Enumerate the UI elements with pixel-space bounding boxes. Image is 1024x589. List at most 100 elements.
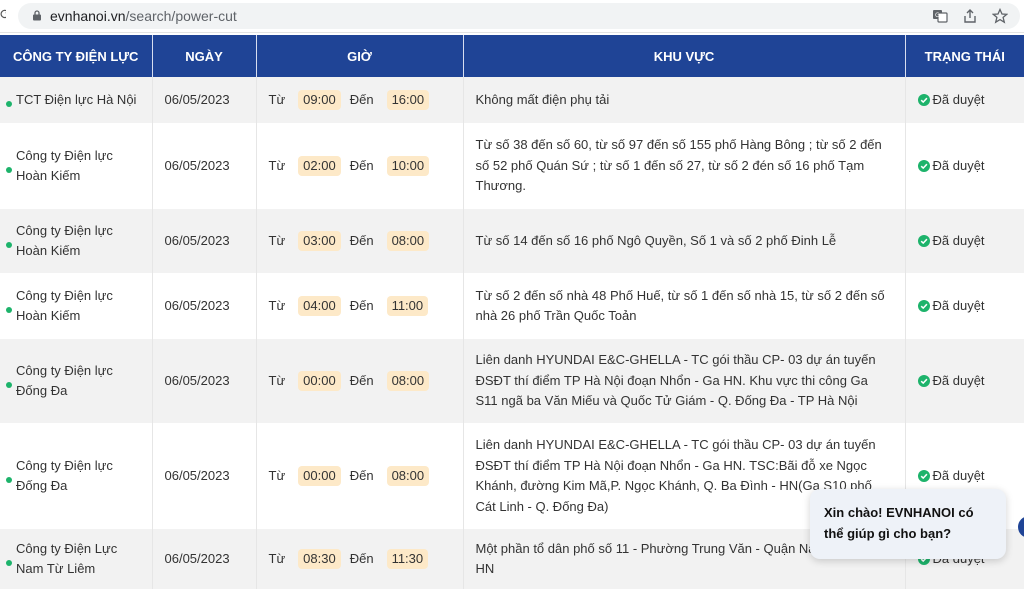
from-label: Từ xyxy=(268,297,286,313)
end-time: 11:00 xyxy=(386,295,429,316)
time-cell: Từ 02:00 Đến 10:00 xyxy=(256,123,464,209)
column-header-company: CÔNG TY ĐIỆN LỰC xyxy=(0,35,153,77)
translate-icon[interactable]: G xyxy=(932,8,948,24)
from-label: Từ xyxy=(268,91,286,107)
from-label: Từ xyxy=(268,372,286,388)
company-name: Công ty Điện lực Đống Đa xyxy=(16,457,113,494)
check-circle-icon xyxy=(917,299,930,312)
to-label: Đến xyxy=(349,91,374,107)
status-cell: Đã duyệt xyxy=(905,209,1024,273)
status-dot-icon xyxy=(6,101,12,107)
company-cell: TCT Điện lực Hà Nội xyxy=(0,77,153,123)
start-time: 09:00 xyxy=(298,89,341,110)
url-host: evnhanoi.vn xyxy=(50,8,126,24)
status-text: Đã duyệt xyxy=(932,232,985,248)
url-text[interactable]: evnhanoi.vn/search/power-cut xyxy=(50,8,237,24)
table-header-row: CÔNG TY ĐIỆN LỰC NGÀY GIỜ KHU VỰC TRẠNG … xyxy=(0,35,1024,77)
status-dot-icon xyxy=(6,242,12,248)
column-header-date: NGÀY xyxy=(152,35,257,77)
status-dot-icon xyxy=(6,167,12,173)
star-icon[interactable] xyxy=(992,8,1008,24)
to-label: Đến xyxy=(349,232,374,248)
table-row: Công ty Điện lực Hoàn Kiếm 06/05/2023 Từ 03… xyxy=(0,209,1024,273)
company-cell: Công ty Điện Lực Nam Từ Liêm xyxy=(0,529,153,589)
date-cell: 06/05/2023 xyxy=(152,529,257,589)
to-label: Đến xyxy=(349,372,374,388)
status-dot-icon xyxy=(6,477,12,483)
end-time: 08:00 xyxy=(386,465,430,486)
reload-icon[interactable]: ⟳ xyxy=(0,6,6,23)
date-cell: 06/05/2023 xyxy=(152,273,257,339)
check-circle-icon xyxy=(917,234,930,247)
table-row: Công ty Điện lực Đống Đa 06/05/2023 Từ 00:0… xyxy=(0,339,1024,423)
company-cell: Công ty Điện lực Đống Đa xyxy=(0,339,153,423)
status-cell: Đã duyệt xyxy=(905,339,1024,423)
company-name: Công ty Điện lực Đống Đa xyxy=(16,362,113,399)
column-header-status: TRẠNG THÁI xyxy=(905,35,1024,77)
area-cell: Từ số 14 đến số 16 phố Ngô Quyền, Số 1 v… xyxy=(463,209,906,273)
area-cell: Từ số 38 đến số 60, từ số 97 đến số 155 … xyxy=(463,123,906,209)
end-time: 08:00 xyxy=(386,370,430,391)
svg-text:G: G xyxy=(935,12,940,19)
status-cell: Đã duyệt xyxy=(905,77,1024,123)
table-row: Công ty Điện lực Hoàn Kiếm 06/05/2023 Từ 02… xyxy=(0,123,1024,209)
status-dot-icon xyxy=(6,307,12,313)
date-cell: 06/05/2023 xyxy=(152,77,257,123)
to-label: Đến xyxy=(349,157,374,173)
from-label: Từ xyxy=(268,467,286,483)
chat-bubble[interactable]: Xin chào! EVNHANOI có thể giúp gì cho bạ… xyxy=(810,489,1006,559)
end-time: 11:30 xyxy=(386,548,429,569)
start-time: 08:30 xyxy=(298,548,341,569)
lock-icon[interactable] xyxy=(32,10,42,21)
date-cell: 06/05/2023 xyxy=(152,423,257,529)
time-cell: Từ 09:00 Đến 16:00 xyxy=(256,77,464,123)
area-cell: Từ số 2 đến số nhà 48 Phố Huế, từ số 1 đ… xyxy=(463,273,906,339)
time-cell: Từ 04:00 Đến 11:00 xyxy=(256,273,464,339)
url-field[interactable]: evnhanoi.vn/search/power-cut G xyxy=(18,3,1020,29)
check-circle-icon xyxy=(917,159,930,172)
to-label: Đến xyxy=(349,550,374,566)
url-path: /search/power-cut xyxy=(125,8,237,24)
time-cell: Từ 03:00 Đến 08:00 xyxy=(256,209,464,273)
from-label: Từ xyxy=(268,232,286,248)
company-name: Công ty Điện lực Hoàn Kiếm xyxy=(16,147,113,184)
table-row: TCT Điện lực Hà Nội 06/05/2023 Từ 09:00 Đến 1… xyxy=(0,77,1024,123)
company-name: Công ty Điện Lực Nam Từ Liêm xyxy=(16,540,118,577)
table-row: Công ty Điện lực Hoàn Kiếm 06/05/2023 Từ 04… xyxy=(0,273,1024,339)
time-cell: Từ 00:00 Đến 08:00 xyxy=(256,339,464,423)
status-text: Đã duyệt xyxy=(932,372,985,388)
status-dot-icon xyxy=(6,382,12,388)
from-label: Từ xyxy=(268,157,286,173)
company-name: TCT Điện lực Hà Nội xyxy=(16,91,137,107)
start-time: 00:00 xyxy=(298,370,341,391)
company-cell: Công ty Điện lực Hoàn Kiếm xyxy=(0,209,153,273)
to-label: Đến xyxy=(349,467,374,483)
company-cell: Công ty Điện lực Đống Đa xyxy=(0,423,153,529)
browser-address-bar: ⟳ evnhanoi.vn/search/power-cut G xyxy=(0,0,1024,33)
company-cell: Công ty Điện lực Hoàn Kiếm xyxy=(0,273,153,339)
start-time: 00:00 xyxy=(298,465,341,486)
end-time: 08:00 xyxy=(386,230,430,251)
end-time: 16:00 xyxy=(386,89,430,110)
from-label: Từ xyxy=(268,550,286,566)
status-cell: Đã duyệt xyxy=(905,273,1024,339)
area-cell: Liên danh HYUNDAI E&C-GHELLA - TC gói th… xyxy=(463,339,906,423)
chat-message: Xin chào! EVNHANOI có thể giúp gì cho bạ… xyxy=(824,505,974,541)
status-text: Đã duyệt xyxy=(932,467,985,483)
date-cell: 06/05/2023 xyxy=(152,339,257,423)
status-cell: Đã duyệt xyxy=(905,123,1024,209)
status-text: Đã duyệt xyxy=(932,157,985,173)
start-time: 02:00 xyxy=(298,155,341,176)
share-icon[interactable] xyxy=(962,8,978,24)
end-time: 10:00 xyxy=(386,155,430,176)
company-name: Công ty Điện lực Hoàn Kiếm xyxy=(16,222,113,259)
time-cell: Từ 00:00 Đến 08:00 xyxy=(256,423,464,529)
check-circle-icon xyxy=(917,93,930,106)
status-dot-icon xyxy=(6,560,12,566)
start-time: 04:00 xyxy=(298,295,341,316)
company-cell: Công ty Điện lực Hoàn Kiếm xyxy=(0,123,153,209)
date-cell: 06/05/2023 xyxy=(152,209,257,273)
date-cell: 06/05/2023 xyxy=(152,123,257,209)
status-text: Đã duyệt xyxy=(932,91,985,107)
status-text: Đã duyệt xyxy=(932,297,985,313)
